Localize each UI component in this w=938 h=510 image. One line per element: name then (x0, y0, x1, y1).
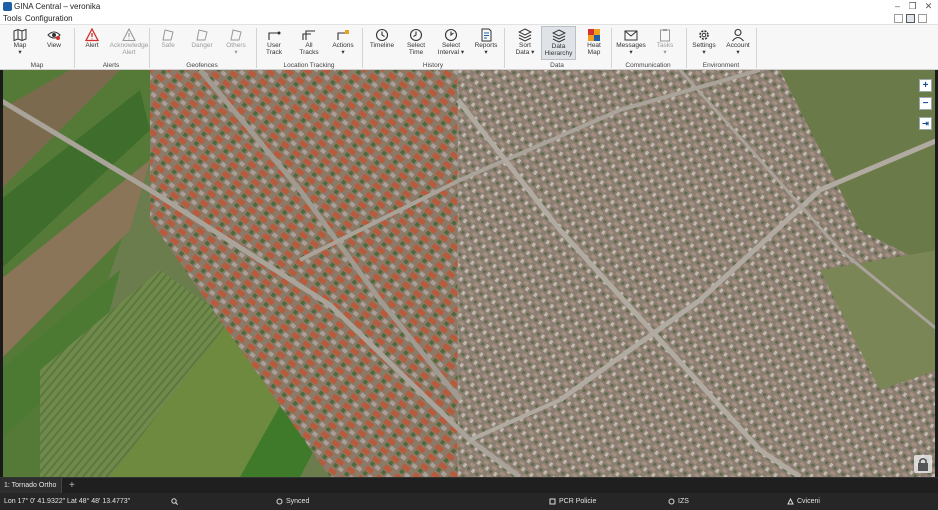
sync-icon (276, 498, 283, 505)
minimize-button[interactable]: – (890, 0, 905, 13)
timeline-clock-icon (375, 28, 389, 42)
restore-button[interactable]: ❐ (905, 0, 920, 13)
all-tracks-icon (302, 30, 315, 40)
map-tab-tornado-ortho[interactable]: 1: Tornado Ortho (0, 478, 62, 493)
actions-button[interactable]: Actions ▾ (323, 26, 363, 60)
safe-geofence-icon (162, 29, 174, 41)
user-track-icon (268, 31, 281, 40)
gina-central-window: GINA Central – veronika – ❐ ✕ Tools Conf… (0, 0, 938, 510)
menu-bar: Tools Configuration (0, 13, 938, 24)
actions-button-caret: ▾ (341, 49, 345, 56)
fit-extent-button[interactable]: ⇥ (919, 117, 932, 130)
user-track-button[interactable]: User Track (254, 26, 294, 60)
alert-triangle-icon (85, 28, 99, 42)
sort-data-icon (518, 28, 532, 42)
reports-button-caret: ▾ (484, 49, 488, 56)
select-interval-icon (444, 28, 458, 42)
user-track-label-2: Track (265, 49, 282, 56)
data-hierarchy-label-1: Data (551, 43, 566, 50)
account-button-label: Account (726, 42, 750, 49)
orthophoto-map[interactable] (0, 70, 938, 477)
map-icon (13, 28, 27, 42)
messages-envelope-icon (624, 30, 638, 41)
layout-float-icon[interactable] (918, 14, 927, 23)
settings-gear-icon (699, 30, 709, 40)
others-button[interactable]: Others ▾ (216, 26, 256, 60)
close-button[interactable]: ✕ (921, 0, 936, 13)
map-left-border (0, 70, 3, 477)
others-button-caret: ▾ (234, 49, 238, 56)
data-hierarchy-icon (551, 29, 566, 43)
tasks-clipboard-icon (660, 29, 670, 42)
sort-data-label-1: Sort (519, 42, 531, 49)
acknowledge-alert-label-1: Acknowledge (109, 42, 149, 49)
heat-map-label-2: Map (587, 49, 601, 56)
zoom-in-button[interactable]: + (919, 79, 932, 92)
layout-split-icon[interactable] (906, 14, 915, 23)
mode-icon (787, 498, 794, 505)
menu-tools[interactable]: Tools (3, 13, 22, 24)
sort-data-label-2: Data ▾ (515, 49, 535, 56)
group-label-environment: Environment (702, 62, 740, 69)
actions-icon (337, 30, 349, 40)
acknowledge-alert-label-2: Alert (122, 49, 136, 56)
group-separator (756, 28, 757, 68)
group-label-location-tracking: Location Tracking (283, 62, 335, 69)
data-hierarchy-button[interactable]: Data Hierarchy (541, 26, 576, 60)
heat-map-button[interactable]: Heat Map (574, 26, 614, 60)
reports-button[interactable]: Reports ▾ (466, 26, 506, 60)
others-button-label: Others (226, 42, 246, 49)
tasks-button[interactable]: Tasks ▾ (645, 26, 685, 60)
zoom-out-button[interactable]: − (919, 97, 932, 110)
group-label-alerts: Alerts (102, 62, 120, 69)
group-label-data: Data (550, 62, 564, 69)
acknowledge-alert-button[interactable]: Acknowledge Alert (107, 26, 151, 60)
data-hierarchy-label-2: Hierarchy (544, 50, 573, 57)
map-tab-strip: 1: Tornado Ortho + (0, 477, 938, 493)
unit-name: PCR Policie (559, 498, 597, 505)
search-icon[interactable] (171, 498, 178, 505)
coordinate-readout: Lon 17° 0' 41.9322" Lat 48° 48' 13.4773" (4, 498, 131, 505)
ribbon-toolbar: Map ▾ View Map Alert Acknowledge Alert A… (0, 24, 938, 70)
organization-icon (668, 498, 675, 505)
view-button[interactable]: View (34, 26, 74, 60)
add-tab-button[interactable]: + (69, 478, 75, 493)
others-geofence-icon (230, 29, 242, 41)
account-button[interactable]: Account ▾ (718, 26, 758, 60)
reports-button-label: Reports (474, 42, 498, 49)
select-time-icon (409, 28, 423, 42)
eye-icon (47, 31, 61, 40)
account-button-caret: ▾ (736, 49, 740, 56)
tasks-button-caret: ▾ (663, 49, 667, 56)
tasks-button-label: Tasks (656, 42, 674, 49)
danger-geofence-icon (196, 29, 208, 41)
app-logo-icon (3, 2, 12, 11)
status-bar: Lon 17° 0' 41.9322" Lat 48° 48' 13.4773"… (0, 493, 938, 510)
group-label-map: Map (30, 62, 44, 69)
heat-map-label-1: Heat (587, 42, 601, 49)
layout-single-icon[interactable] (894, 14, 903, 23)
map-canvas[interactable]: + − ⇥ (0, 70, 938, 477)
user-track-label-1: User (267, 42, 281, 49)
menu-configuration[interactable]: Configuration (25, 13, 73, 24)
sync-status: Synced (286, 498, 310, 505)
mode-name: Cviceni (797, 498, 820, 505)
alert-button[interactable]: Alert (72, 26, 112, 60)
window-title: GINA Central – veronika (14, 2, 101, 11)
view-button-label: View (47, 42, 61, 49)
group-label-history: History (422, 62, 444, 69)
title-bar: GINA Central – veronika – ❐ ✕ (0, 0, 938, 13)
account-user-icon (732, 28, 744, 42)
sort-data-button[interactable]: Sort Data ▾ (505, 26, 545, 60)
actions-button-label: Actions (332, 42, 354, 49)
group-label-geofences: Geofences (186, 62, 218, 69)
organization-name: IZS (678, 498, 689, 505)
unit-icon (549, 498, 556, 505)
alert-button-label: Alert (85, 42, 99, 49)
heat-map-icon (588, 29, 600, 41)
reports-icon (481, 28, 492, 42)
group-label-communication: Communication (625, 62, 671, 69)
acknowledge-triangle-icon (122, 28, 136, 42)
lock-icon[interactable] (914, 455, 932, 473)
